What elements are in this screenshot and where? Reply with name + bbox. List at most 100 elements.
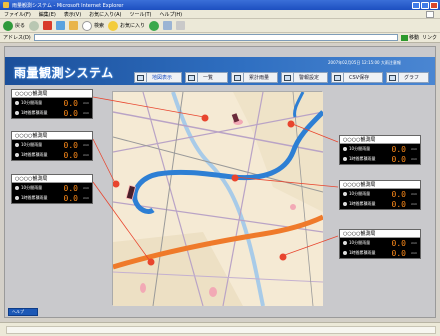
forward-button[interactable] [29, 20, 40, 31]
rain60-label: 1時間累積雨量 [349, 250, 376, 255]
rain10-value: 0.0 [391, 238, 406, 248]
help-button[interactable]: ヘルプ [8, 308, 38, 316]
nav-label: 警報設定 [299, 75, 320, 81]
station-name: ○○○○観測局 [340, 230, 420, 238]
nav-alarm-button[interactable]: 警報設定 [281, 72, 328, 83]
menu-view[interactable]: 表示(V) [64, 11, 81, 18]
station-marker-5 [147, 258, 155, 266]
station-name: ○○○○観測局 [12, 90, 92, 98]
rain-icon [15, 143, 19, 147]
unit-label: mm [83, 153, 89, 157]
station-marker-4 [231, 174, 239, 182]
nav-label: 地図表示 [152, 75, 173, 81]
windows-logo-icon [426, 10, 434, 18]
favorites-label: お気に入り [120, 23, 146, 29]
status-bar [0, 322, 440, 336]
rain10-label: 10分間雨量 [349, 146, 371, 151]
unit-label: mm [83, 186, 89, 190]
favorites-button[interactable]: お気に入り [108, 20, 146, 31]
rain10-label: 10分間雨量 [21, 185, 43, 190]
minimize-button[interactable] [412, 1, 420, 9]
close-button[interactable] [430, 1, 438, 9]
datetime-status: 2007年02月05日 12:15:00 大雨注意報 [328, 60, 401, 65]
station-panel-right-2[interactable]: ○○○○観測局 10分間雨量 0.0 mm 1時間累積雨量 0.0 mm [339, 180, 421, 210]
go-button[interactable]: 移動 [400, 34, 419, 41]
unit-label: mm [411, 147, 417, 151]
rain-icon [343, 251, 347, 255]
rain10-value: 0.0 [63, 98, 78, 108]
mail-button[interactable] [163, 21, 173, 30]
station-marker-6 [279, 253, 287, 261]
unit-label: mm [411, 251, 417, 255]
window-titlebar: 雨量観測システム - Microsoft Internet Explorer [0, 0, 440, 10]
rain60-value: 0.0 [63, 150, 78, 160]
history-button[interactable] [149, 20, 160, 31]
alarm-icon [282, 73, 294, 82]
menu-edit[interactable]: 編集(E) [39, 11, 56, 18]
nav-label: CSV保存 [349, 75, 370, 81]
unit-label: mm [83, 111, 89, 115]
rain60-value: 0.0 [391, 199, 406, 209]
rain60-value: 0.0 [391, 248, 406, 258]
back-label: 戻る [15, 23, 26, 29]
nav-cumulative-button[interactable]: 累計雨量 [231, 72, 278, 83]
rain10-label: 10分間雨量 [349, 191, 371, 196]
back-button[interactable]: 戻る [3, 20, 26, 31]
home-button[interactable] [69, 21, 79, 30]
station-name: ○○○○観測局 [12, 175, 92, 183]
window-title: 雨量観測システム - Microsoft Internet Explorer [12, 2, 124, 9]
table-icon [232, 73, 244, 82]
stop-button[interactable] [43, 21, 53, 30]
ie-app-icon [3, 2, 9, 8]
rain-icon [15, 101, 19, 105]
graph-icon [387, 73, 399, 82]
nav-graph-button[interactable]: グラフ [386, 72, 429, 83]
nav-label: グラフ [404, 75, 420, 81]
station-panel-left-3[interactable]: ○○○○観測局 10分間雨量 0.0 mm 1時間累積雨量 0.0 mm [11, 174, 93, 204]
nav-map-button[interactable]: 地図表示 [134, 72, 182, 83]
rain-icon [15, 153, 19, 157]
rain-icon [15, 111, 19, 115]
links-button[interactable]: リンク [422, 34, 437, 41]
station-name: ○○○○観測局 [340, 181, 420, 189]
rain-station-map[interactable] [112, 91, 325, 307]
status-field [6, 326, 436, 334]
menu-favorites[interactable]: お気に入り(A) [89, 11, 121, 18]
rain60-label: 1時間累積雨量 [349, 156, 376, 161]
menu-bar: ファイル(F) 編集(E) 表示(V) お気に入り(A) ツール(T) ヘルプ(… [0, 10, 440, 19]
station-panel-left-1[interactable]: ○○○○観測局 10分間雨量 0.0 mm 1時間累積雨量 0.0 mm [11, 89, 93, 119]
rain60-label: 1時間累積雨量 [21, 195, 48, 200]
nav-csv-button[interactable]: CSV保存 [331, 72, 383, 83]
back-arrow-icon [3, 20, 13, 31]
station-panel-right-1[interactable]: ○○○○観測局 10分間雨量 0.0 mm 1時間累積雨量 0.0 mm [339, 135, 421, 165]
rain60-value: 0.0 [63, 108, 78, 118]
station-name: ○○○○観測局 [12, 132, 92, 140]
nav-label: 一覧 [203, 75, 214, 81]
rain60-value: 0.0 [391, 154, 406, 164]
star-icon [108, 20, 119, 31]
address-label: アドレス(D) [3, 35, 31, 41]
menu-tools[interactable]: ツール(T) [130, 11, 152, 18]
unit-label: mm [83, 101, 89, 105]
refresh-button[interactable] [56, 21, 66, 30]
station-panel-left-2[interactable]: ○○○○観測局 10分間雨量 0.0 mm 1時間累積雨量 0.0 mm [11, 131, 93, 161]
rain-icon [343, 202, 347, 206]
station-marker-1 [201, 114, 209, 122]
search-button[interactable]: 検索 [82, 20, 104, 31]
unit-label: mm [411, 192, 417, 196]
address-input[interactable] [33, 34, 398, 41]
maximize-button[interactable] [421, 1, 429, 9]
station-panel-right-3[interactable]: ○○○○観測局 10分間雨量 0.0 mm 1時間累積雨量 0.0 mm [339, 229, 421, 259]
nav-list-button[interactable]: 一覧 [185, 72, 228, 83]
rain10-label: 10分間雨量 [21, 142, 43, 147]
rain-icon [15, 196, 19, 200]
menu-help[interactable]: ヘルプ(H) [159, 11, 182, 18]
station-marker-2 [287, 120, 295, 128]
menu-file[interactable]: ファイル(F) [4, 11, 31, 18]
rain10-label: 10分間雨量 [21, 100, 43, 105]
rain-icon [343, 157, 347, 161]
rain-icon [343, 241, 347, 245]
unit-label: mm [83, 196, 89, 200]
unit-label: mm [411, 241, 417, 245]
print-button[interactable] [176, 21, 186, 30]
